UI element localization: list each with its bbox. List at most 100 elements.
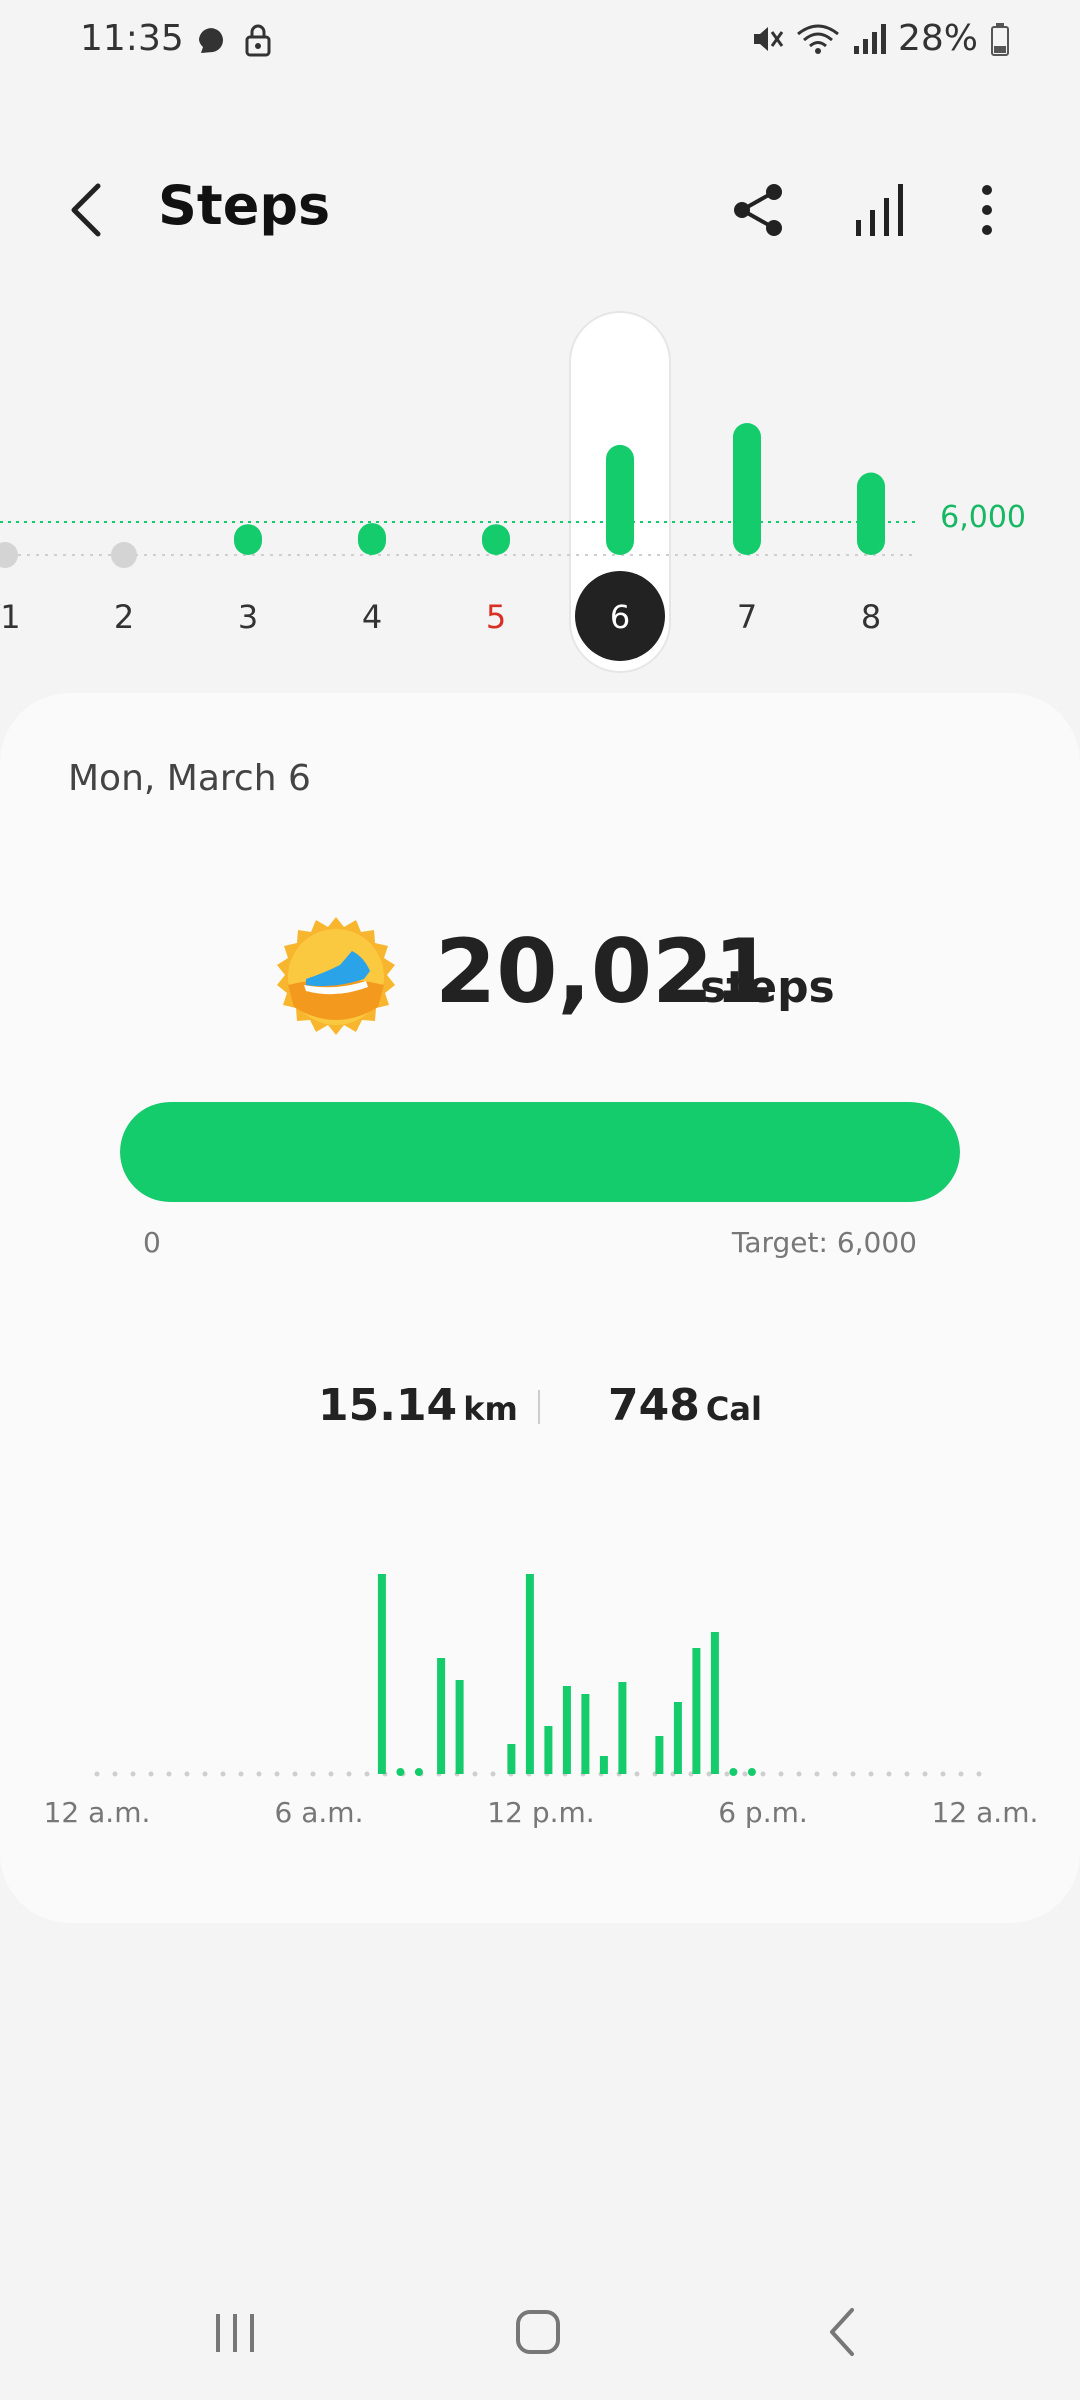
day-bar [234, 524, 262, 555]
hour-bar [562, 1686, 571, 1774]
hour-bar [618, 1682, 627, 1774]
distance-value: 15.14 [318, 1380, 458, 1431]
chart-baseline-dot [742, 1771, 748, 1777]
chart-baseline-dot [256, 1771, 262, 1777]
hour-axis-label: 12 a.m. [932, 1796, 1039, 1829]
hour-bar [455, 1680, 464, 1774]
date-label: Mon, March 6 [68, 758, 311, 799]
chat-bubble-icon [199, 28, 224, 53]
day-bar [857, 472, 885, 555]
chart-baseline-dot [724, 1771, 730, 1777]
hour-axis-label: 6 p.m. [718, 1796, 808, 1829]
recent-apps-icon[interactable] [210, 2300, 260, 2360]
chart-baseline-dot [364, 1771, 370, 1777]
chart-baseline-dot [94, 1771, 100, 1777]
progress-target-label: Target: 6,000 [731, 1226, 917, 1259]
battery-icon [991, 22, 1009, 56]
mute-icon [753, 26, 784, 51]
share-icon[interactable] [730, 180, 786, 240]
day-label: 7 [737, 598, 757, 636]
chart-baseline-dot [292, 1771, 298, 1777]
hourly-steps-chart: 12 a.m. 6 a.m. 12 p.m. 6 p.m. 12 a.m. [44, 1574, 1039, 1829]
chart-baseline-dot [328, 1771, 334, 1777]
more-icon[interactable] [972, 180, 1002, 240]
wifi-icon [797, 24, 839, 54]
day-label: 6 [610, 598, 630, 636]
chart-baseline-dot [940, 1771, 946, 1777]
steps-unit: steps [700, 962, 835, 1013]
day-label: 8 [861, 598, 881, 636]
chart-baseline-dot [148, 1771, 154, 1777]
distance-unit: km [463, 1390, 518, 1428]
hour-bar [747, 1768, 756, 1776]
signal-icon [853, 23, 886, 54]
chart-baseline-dot [760, 1771, 766, 1777]
day-bar [606, 444, 634, 555]
chart-baseline-dot [850, 1771, 856, 1777]
hour-bar [544, 1726, 553, 1774]
chart-baseline-dot [490, 1771, 496, 1777]
stat-divider [538, 1390, 540, 1424]
chart-baseline-dot [184, 1771, 190, 1777]
goal-label: 6,000 [940, 500, 1026, 535]
status-icons: 28% [750, 18, 1010, 59]
chart-baseline-dot [868, 1771, 874, 1777]
hour-axis-label: 12 p.m. [487, 1796, 594, 1829]
day-bar [482, 524, 510, 555]
hour-bar [710, 1632, 719, 1774]
day-label: 3 [238, 598, 258, 636]
hour-bar [507, 1744, 516, 1774]
chart-baseline-dot [904, 1771, 910, 1777]
chart-baseline-dot [778, 1771, 784, 1777]
chart-baseline-dot [220, 1771, 226, 1777]
chart-baseline-dot [922, 1771, 928, 1777]
weekly-steps-chart: /1 2 3 4 5 6 7 8 [0, 311, 915, 673]
day-bar-empty [111, 542, 137, 568]
chart-baseline-dot [166, 1771, 172, 1777]
day-bar [733, 423, 761, 555]
calories-value: 748 [608, 1380, 700, 1431]
chart-baseline-dot [976, 1771, 982, 1777]
steps-progress-bar [120, 1102, 960, 1202]
hour-bar [599, 1756, 608, 1774]
chart-baseline-dot [130, 1771, 136, 1777]
hour-bar [437, 1658, 446, 1774]
chart-baseline-dot [238, 1771, 244, 1777]
back-icon[interactable] [64, 180, 108, 240]
hour-bar [525, 1574, 534, 1774]
chart-baseline-dot [796, 1771, 802, 1777]
day-label: /1 [0, 598, 21, 636]
hour-bar [673, 1702, 682, 1774]
chart-baseline-dot [112, 1771, 118, 1777]
day-bar-empty [0, 542, 18, 568]
calories-stat: 748 Cal [608, 1380, 762, 1431]
home-icon[interactable] [512, 2300, 568, 2360]
chart-baseline-dot [274, 1771, 280, 1777]
page-title: Steps [158, 174, 331, 237]
hour-bar [692, 1648, 701, 1774]
lock-icon [245, 24, 271, 57]
distance-stat: 15.14 km [318, 1380, 518, 1431]
back-nav-icon[interactable] [820, 2300, 864, 2360]
chart-baseline-dot [202, 1771, 208, 1777]
chart-baseline-dot [310, 1771, 316, 1777]
progress-min-label: 0 [143, 1226, 161, 1259]
day-label: 4 [362, 598, 382, 636]
hour-bar [377, 1574, 386, 1774]
day-bar [358, 523, 386, 555]
hour-axis-label: 12 a.m. [44, 1796, 151, 1829]
steps-progress-fill [120, 1102, 960, 1202]
chart-baseline-dot [472, 1771, 478, 1777]
day-label: 2 [114, 598, 134, 636]
status-time: 11:35 [80, 18, 273, 59]
battery-percent: 28% [897, 18, 978, 59]
chart-baseline-dot [886, 1771, 892, 1777]
achievement-badge-icon [277, 917, 395, 1035]
hour-bar [414, 1768, 423, 1776]
hour-axis-label: 6 a.m. [275, 1796, 364, 1829]
hour-bar [396, 1768, 405, 1776]
chart-baseline-dot [814, 1771, 820, 1777]
stats-icon[interactable] [852, 180, 908, 240]
chart-baseline-dot [958, 1771, 964, 1777]
chart-baseline-dot [706, 1771, 712, 1777]
